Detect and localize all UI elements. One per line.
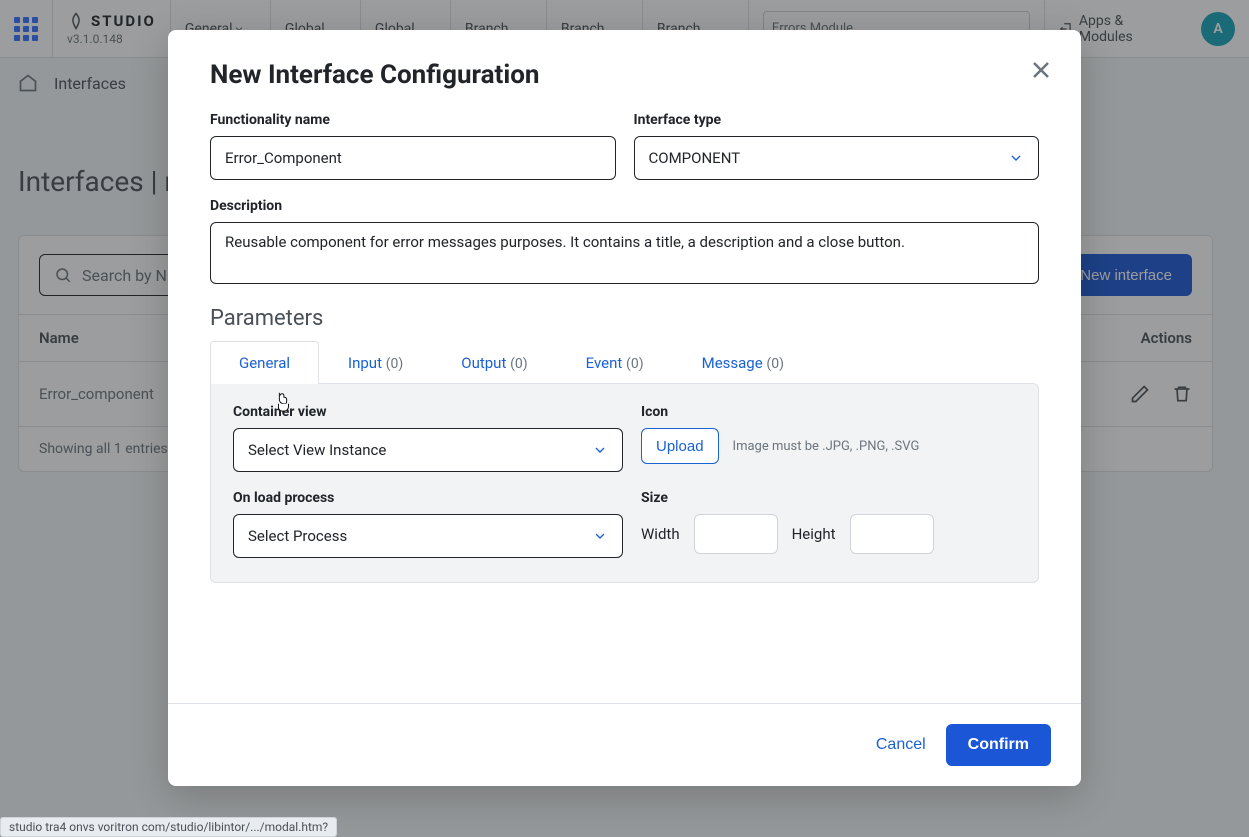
tab-input[interactable]: Input (0)	[319, 341, 432, 384]
cv-label: Container view	[233, 404, 623, 420]
modal-title: New Interface Configuration	[210, 60, 1039, 90]
chevron-down-icon	[592, 528, 608, 544]
width-input[interactable]	[694, 514, 778, 554]
upload-hint: Image must be .JPG, .PNG, .SVG	[733, 439, 920, 454]
fn-label: Functionality name	[210, 112, 616, 128]
height-label: Height	[792, 525, 836, 543]
status-bar: studio tra4 onvs voritron com/studio/lib…	[0, 817, 337, 837]
type-select[interactable]: COMPONENT	[634, 136, 1040, 180]
tab-event[interactable]: Event (0)	[557, 341, 673, 384]
confirm-button[interactable]: Confirm	[946, 724, 1051, 766]
cv-select[interactable]: Select View Instance	[233, 428, 623, 472]
size-label: Size	[641, 490, 1016, 506]
cancel-button[interactable]: Cancel	[876, 736, 926, 754]
chevron-down-icon	[592, 442, 608, 458]
type-label: Interface type	[634, 112, 1040, 128]
modal-footer: Cancel Confirm	[168, 703, 1081, 786]
tab-output[interactable]: Output (0)	[432, 341, 556, 384]
olp-label: On load process	[233, 490, 623, 506]
chevron-down-icon	[1008, 150, 1024, 166]
close-button[interactable]	[1029, 58, 1053, 86]
width-label: Width	[641, 525, 680, 543]
fn-input[interactable]: Error_Component	[210, 136, 616, 180]
close-icon	[1029, 58, 1053, 82]
desc-input[interactable]	[210, 222, 1039, 284]
params-heading: Parameters	[210, 306, 1039, 331]
olp-select[interactable]: Select Process	[233, 514, 623, 558]
tab-message[interactable]: Message (0)	[673, 341, 813, 384]
params-tabs: General Input (0) Output (0) Event (0) M…	[210, 341, 1039, 384]
desc-label: Description	[210, 198, 1039, 214]
tab-panel-general: Container view Select View Instance Icon…	[210, 383, 1039, 583]
upload-button[interactable]: Upload	[641, 428, 719, 464]
new-interface-modal: New Interface Configuration Functionalit…	[168, 30, 1081, 786]
tab-general[interactable]: General	[210, 341, 319, 384]
height-input[interactable]	[850, 514, 934, 554]
icon-label: Icon	[641, 404, 1016, 420]
